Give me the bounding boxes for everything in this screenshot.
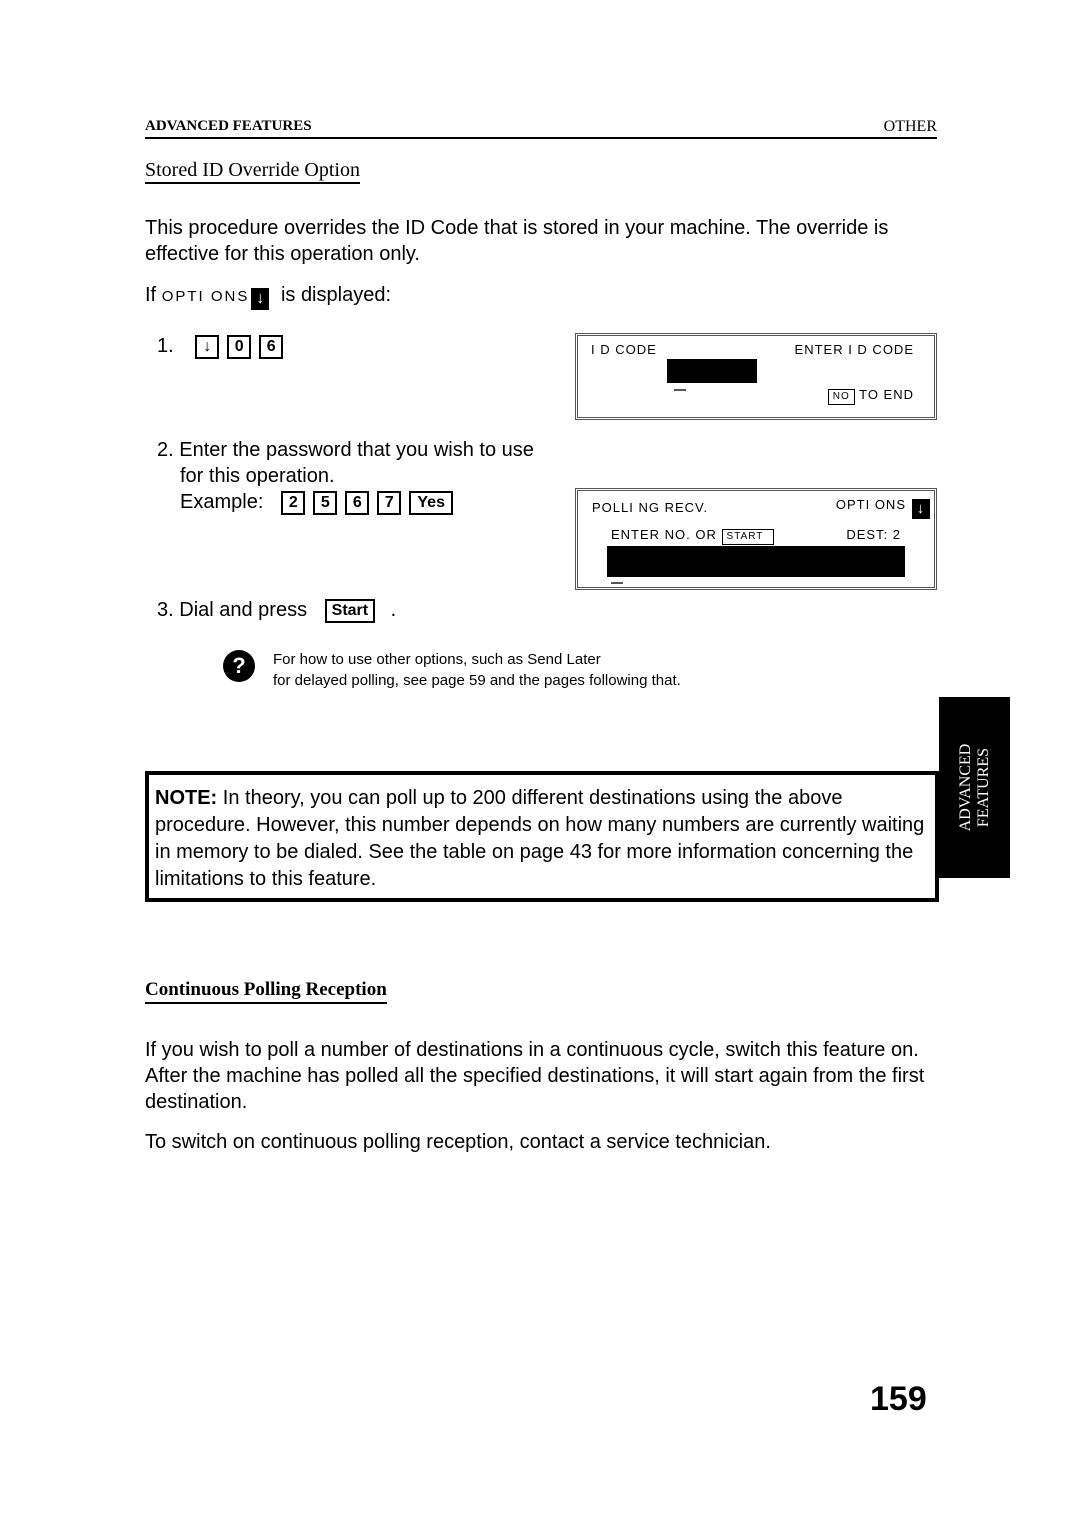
- step-text-line1: Enter the password that you wish to use: [179, 439, 534, 461]
- lcd-title: I D CODE: [591, 342, 657, 357]
- lcd-number-field: [607, 546, 905, 577]
- key-yes: Yes: [409, 491, 453, 515]
- lcd-enter-no: ENTER NO. OR START: [611, 527, 775, 545]
- tip-line-2: for delayed polling, see page 59 and the…: [273, 672, 681, 689]
- step-number: 3.: [157, 599, 174, 621]
- down-arrow-icon: ↓: [251, 288, 270, 310]
- lcd-cursor: [674, 389, 686, 391]
- lcd-options-label: OPTI ONS: [835, 497, 906, 512]
- condition-prefix: If: [145, 284, 157, 306]
- key-0: 0: [227, 335, 252, 359]
- intro-paragraph: This procedure overrides the ID Code tha…: [145, 217, 889, 265]
- note-label: NOTE:: [155, 787, 218, 809]
- options-display-word: OPTI ONS: [161, 288, 250, 305]
- running-header-section: ADVANCED FEATURES: [145, 118, 312, 134]
- step-number: 1.: [157, 335, 174, 357]
- lcd-display-id-code: I D CODE ENTER I D CODE NO TO END: [575, 333, 937, 420]
- running-header-chapter: OTHER: [883, 118, 937, 135]
- lcd-options: OPTI ONS ↓: [836, 497, 930, 519]
- note-box: NOTE: In theory, you can poll up to 200 …: [145, 771, 939, 902]
- lcd-start-key: START: [721, 529, 775, 545]
- lcd-title: POLLI NG RECV.: [592, 500, 709, 515]
- step-number: 2.: [157, 439, 174, 461]
- continuous-polling-paragraph: If you wish to poll a number of destinat…: [145, 1039, 925, 1113]
- step-1: 1. ↓ 0 6: [157, 335, 291, 359]
- condition-suffix: is displayed:: [280, 284, 391, 306]
- page-number: 159: [870, 1380, 927, 1418]
- step-3: 3. Dial and press Start .: [157, 599, 396, 623]
- key-7: 7: [377, 491, 402, 515]
- example-label: Example:: [180, 491, 264, 513]
- lcd-prompt: ENTER I D CODE: [794, 342, 914, 357]
- lcd-destination-count: DEST: 2: [846, 527, 901, 542]
- header-rule: [145, 137, 937, 139]
- side-tab-line-1: ADVANCED: [956, 743, 974, 832]
- condition-line: If OPTI ONS ↓ is displayed:: [145, 282, 391, 310]
- tip-line-1: For how to use other options, such as Se…: [273, 651, 601, 668]
- service-technician-paragraph: To switch on continuous polling receptio…: [145, 1131, 771, 1153]
- lcd-enter-no-label: ENTER NO. OR: [611, 527, 717, 542]
- chapter-side-tab: ADVANCED FEATURES: [939, 697, 1010, 878]
- lcd-display-polling-recv: POLLI NG RECV. OPTI ONS ↓ ENTER NO. OR ST…: [575, 488, 937, 590]
- key-2: 2: [281, 491, 306, 515]
- key-6: 6: [259, 335, 284, 359]
- question-icon: ?: [223, 650, 255, 682]
- key-5: 5: [313, 491, 338, 515]
- side-tab-line-2: FEATURES: [974, 747, 992, 828]
- lcd-no-to-end: NO TO END: [827, 387, 914, 405]
- lcd-to-end-label: TO END: [859, 387, 914, 402]
- step-text: Dial and press: [179, 599, 308, 621]
- down-arrow-icon: ↓: [912, 499, 930, 519]
- key-down-arrow: ↓: [195, 335, 220, 359]
- example-line: Example: 2 5 6 7 Yes: [157, 489, 534, 515]
- section-title-stored-id-override: Stored ID Override Option: [145, 159, 360, 184]
- key-6: 6: [345, 491, 370, 515]
- tip-text: For how to use other options, such as Se…: [273, 649, 681, 691]
- step-text-line2: for this operation.: [180, 465, 335, 487]
- step-2: 2. Enter the password that you wish to u…: [157, 437, 534, 515]
- key-start: Start: [324, 599, 376, 623]
- lcd-cursor: [611, 582, 623, 584]
- lcd-input-field: [667, 359, 757, 383]
- lcd-no-key: NO: [827, 389, 855, 405]
- section-title-continuous-polling: Continuous Polling Reception: [145, 979, 387, 1004]
- note-text: In theory, you can poll up to 200 differ…: [155, 787, 925, 890]
- step-end-period: .: [390, 599, 397, 621]
